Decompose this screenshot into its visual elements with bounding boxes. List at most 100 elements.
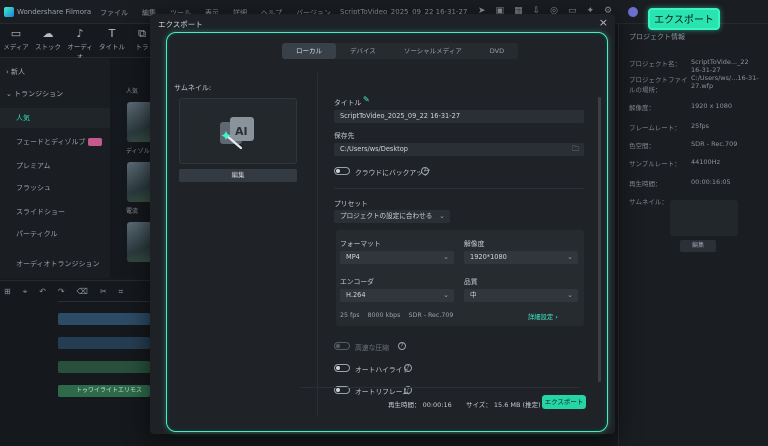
cloud-backup-toggle[interactable]	[334, 167, 350, 175]
export-size: サイズ： 15.6 MB (推定)	[466, 401, 541, 409]
title-input[interactable]: ScriptToVideo_2025_09_22 16-31-27	[334, 110, 584, 123]
redo-icon[interactable]: ↷	[58, 287, 65, 297]
video-clip[interactable]	[58, 313, 150, 325]
cursor-icon[interactable]: ⌖	[23, 287, 28, 297]
chevron-down-icon: ⌄	[439, 212, 445, 220]
video-clip[interactable]	[58, 337, 150, 349]
preset-select[interactable]: プロジェクトの設定に合わせる ⌄	[334, 210, 450, 223]
format-label: フォーマット	[340, 240, 381, 248]
undo-icon[interactable]: ↶	[39, 287, 46, 297]
text-T-icon: T	[108, 27, 116, 40]
sidebar-item-particle[interactable]: パーティクル	[0, 224, 110, 244]
tab-device[interactable]: デバイス	[336, 43, 390, 59]
quality-select[interactable]: 中 ⌄	[464, 289, 578, 302]
encoder-select[interactable]: H.264 ⌄	[340, 289, 454, 302]
cloud-backup-label: クラウドにバックアップ	[355, 169, 430, 177]
timeline: ⊞ ⌖ ↶ ↷ ⌫ ✂ ⌗ トゥワイライトエリモス	[0, 280, 150, 446]
auto-highlight-toggle[interactable]	[334, 364, 350, 372]
info-thumbnail-image	[670, 200, 738, 236]
help-icon[interactable]: ?	[404, 364, 412, 372]
crop-icon[interactable]: ⌗	[119, 287, 124, 297]
export-summary: 25 fps 8000 kbps SDR - Rec.709	[340, 312, 454, 319]
tab-titles[interactable]: T タイトル	[98, 27, 126, 51]
dialog-title: エクスポート	[158, 20, 203, 29]
cloud-icon: ☁	[42, 27, 54, 40]
thumbnail-preview: AI	[179, 98, 297, 164]
tab-local[interactable]: ローカル	[282, 43, 336, 59]
tab-social-media[interactable]: ソーシャルメディア	[390, 43, 476, 59]
close-icon[interactable]: ×	[599, 16, 608, 29]
export-duration: 再生時間： 00:00:16	[388, 401, 452, 409]
chevron-down-icon: ⌄	[6, 90, 12, 98]
chevron-right-icon: ›	[6, 68, 9, 76]
media-label-dissolve: ディゾル	[126, 148, 150, 155]
preset-label: プリセット	[334, 200, 368, 208]
grid-icon[interactable]: ⊞	[4, 287, 11, 297]
project-info-title: プロジェクト情報	[629, 33, 685, 41]
advanced-settings-link[interactable]: 詳細設定 ›	[528, 312, 558, 321]
new-badge	[88, 138, 102, 146]
section-divider	[334, 188, 584, 189]
chevron-down-icon: ⌄	[567, 253, 573, 261]
footer-divider	[300, 387, 580, 388]
ai-pencil-icon[interactable]: ✎	[363, 95, 370, 104]
panel-divider	[317, 73, 318, 417]
media-label-popular: 人気	[126, 88, 139, 95]
export-dialog: エクスポート × ローカル デバイス ソーシャルメディア DVD サムネイル: …	[150, 14, 615, 434]
chevron-down-icon: ⌄	[567, 291, 573, 299]
settings-scrollbar[interactable]	[598, 97, 601, 382]
sidebar-item-premium[interactable]: プレミアム	[0, 156, 110, 176]
export-button[interactable]: エクスポート	[542, 395, 586, 409]
save-to-label: 保存先	[334, 132, 355, 140]
resolution-select[interactable]: 1920*1080 ⌄	[464, 251, 578, 264]
folder-icon: ▭	[10, 27, 22, 40]
tab-stock[interactable]: ☁ ストック	[34, 27, 62, 51]
scissors-icon[interactable]: ✂	[100, 287, 107, 297]
format-settings-panel: フォーマット MP4 ⌄ 解像度 1920*1080 ⌄ エンコーダ H.264…	[336, 230, 584, 326]
export-tabs: ローカル デバイス ソーシャルメディア DVD	[282, 43, 519, 59]
format-select[interactable]: MP4 ⌄	[340, 251, 454, 264]
left-media-tabs: ▭ メディア ☁ ストック ♪ オーディオ T タイトル ⧉ トラ	[0, 24, 150, 61]
title-label: タイトル	[334, 99, 362, 107]
high-speed-toggle[interactable]	[334, 342, 350, 350]
sidebar-item-new[interactable]: › 新人	[0, 62, 110, 82]
info-thumbnail-edit-button[interactable]: 編集	[680, 240, 716, 252]
audio-clip[interactable]	[58, 361, 150, 373]
chevron-down-icon: ⌄	[443, 291, 449, 299]
sidebar-item-slideshow[interactable]: スライドショー	[0, 202, 110, 222]
ai-image-icon: AI	[220, 117, 254, 150]
media-label-current: 電流	[126, 208, 139, 215]
export-dialog-body: ローカル デバイス ソーシャルメディア DVD サムネイル: AI 編集 タイト…	[166, 32, 608, 432]
tab-audio[interactable]: ♪ オーディオ	[66, 27, 94, 61]
auto-highlight-label: オートハイライト	[355, 366, 410, 374]
thumbnail-edit-button[interactable]: 編集	[179, 169, 297, 182]
resolution-label: 解像度	[464, 240, 485, 248]
sidebar-item-popular[interactable]: 人気	[0, 108, 110, 128]
tab-media[interactable]: ▭ メディア	[2, 27, 30, 51]
quality-label: 品質	[464, 278, 478, 286]
help-icon[interactable]: ?	[398, 342, 406, 350]
help-icon[interactable]: ?	[421, 167, 429, 175]
export-button-top[interactable]: エクスポート	[648, 8, 720, 30]
app-title: Wondershare Filmora	[17, 8, 92, 16]
delete-icon[interactable]: ⌫	[77, 287, 88, 297]
sidebar-item-transitions[interactable]: ⌄ トランジション	[0, 84, 110, 104]
sidebar-item-fade[interactable]: フェードとディゾルブ	[0, 132, 110, 152]
filmora-logo-icon	[4, 7, 14, 17]
sidebar-item-flash[interactable]: フラッシュ	[0, 178, 110, 198]
folder-icon[interactable]: 🗀	[572, 143, 579, 156]
menu-file[interactable]: ファイル	[100, 8, 128, 18]
user-avatar[interactable]	[628, 7, 638, 17]
timeline-toolbar: ⊞ ⌖ ↶ ↷ ⌫ ✂ ⌗	[4, 287, 123, 297]
sidebar-item-audio-transition[interactable]: オーディオトランジション	[0, 254, 110, 274]
chevron-down-icon: ⌄	[443, 253, 449, 261]
music-note-icon: ♪	[76, 27, 84, 40]
thumbnail-label: サムネイル:	[174, 84, 212, 92]
transition-categories: › 新人 ⌄ トランジション 人気 フェードとディゾルブ プレミアム フラッシュ…	[0, 58, 110, 278]
transition-library: 人気 ディゾル 電流	[110, 58, 167, 278]
audio-clip-named[interactable]: トゥワイライトエリモス	[58, 385, 150, 397]
save-path-input[interactable]: C:/Users/ws/Desktop 🗀	[334, 143, 584, 156]
tab-dvd[interactable]: DVD	[476, 43, 518, 59]
timeline-ruler	[58, 301, 150, 302]
high-speed-label: 高速な圧縮	[355, 344, 389, 352]
